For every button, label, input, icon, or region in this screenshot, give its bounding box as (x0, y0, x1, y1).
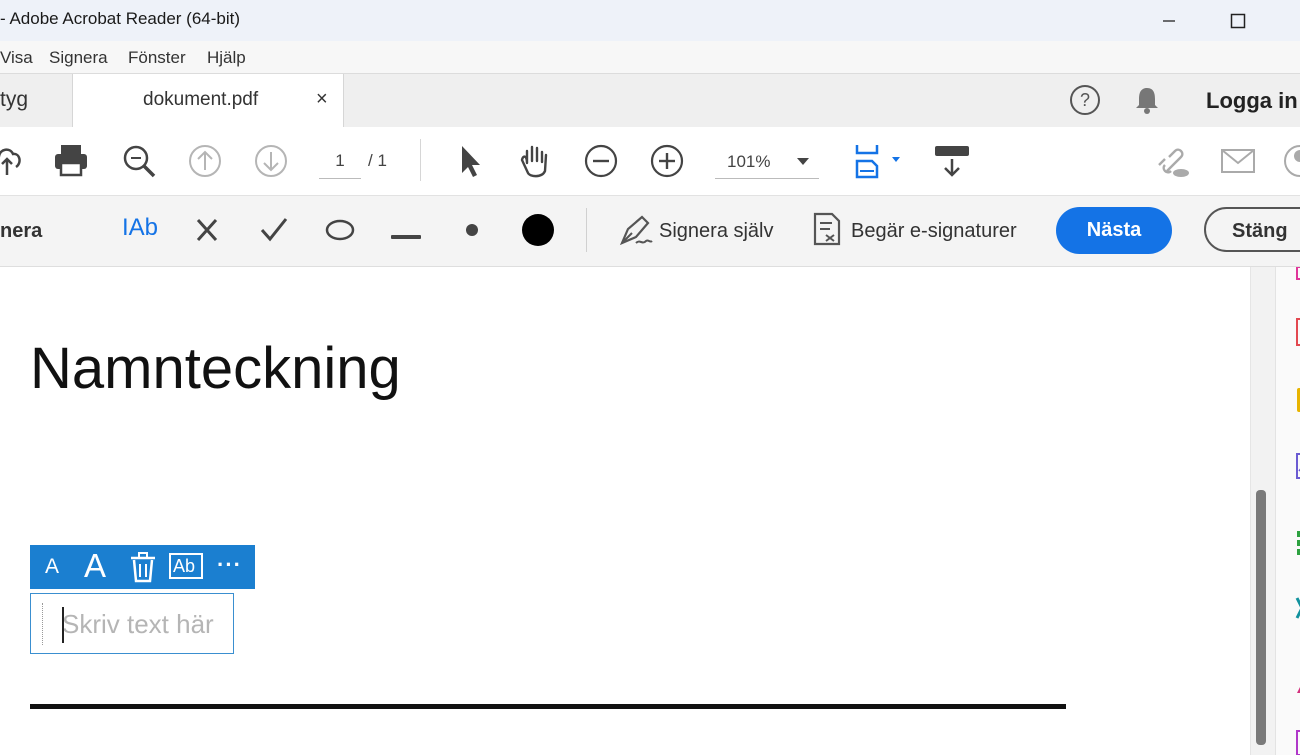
main-toolbar: 1 / 1 101% (0, 127, 1300, 196)
select-arrow-icon[interactable] (450, 141, 490, 181)
add-text-tool[interactable]: IAb (122, 214, 158, 242)
login-link[interactable]: Logga in (1206, 88, 1298, 114)
sign-section-label: nera (0, 220, 43, 242)
close-button[interactable]: Stäng (1204, 207, 1300, 252)
checkmark-tool[interactable] (259, 214, 289, 249)
menu-view[interactable]: Visa (0, 48, 33, 68)
page-up-icon[interactable] (185, 141, 225, 181)
tab-document[interactable]: dokument.pdf × (73, 74, 344, 128)
dot-tool[interactable] (464, 222, 480, 243)
menu-sign[interactable]: Signera (49, 48, 108, 68)
color-swatch-icon (522, 214, 554, 246)
maximize-button[interactable] (1215, 0, 1261, 41)
dot-icon (466, 224, 478, 236)
increase-font-button[interactable]: A (84, 547, 106, 585)
signature-line (30, 704, 1066, 709)
tab-document-label: dokument.pdf (143, 89, 259, 110)
window-title: - Adobe Acrobat Reader (64-bit) (0, 9, 241, 28)
scrollbar-thumb[interactable] (1256, 490, 1266, 745)
maximize-icon (1230, 13, 1246, 28)
tab-tools[interactable]: tyg (0, 74, 73, 127)
delete-button[interactable] (129, 551, 157, 588)
fountain-pen-icon (616, 211, 654, 254)
zoom-in-icon[interactable] (647, 141, 687, 181)
zoom-out-icon[interactable] (581, 141, 621, 181)
right-tools-panel (1275, 267, 1300, 755)
tool-green-icon[interactable] (1295, 530, 1300, 556)
zoom-search-icon[interactable] (119, 141, 159, 181)
notification-bell-icon[interactable] (1130, 83, 1164, 117)
decrease-font-button[interactable]: A (45, 555, 59, 579)
checkmark-icon (260, 218, 288, 242)
signbar-divider (586, 208, 587, 252)
request-esignatures-button[interactable]: Begär e-signaturer (851, 220, 1017, 243)
email-icon[interactable] (1218, 141, 1258, 181)
next-button[interactable]: Nästa (1056, 207, 1172, 254)
text-input-field[interactable]: Skriv text här (30, 593, 234, 654)
text-style-button[interactable]: Ab (169, 553, 203, 579)
document-page: Namnteckning A A Ab ··· Skriv text här (0, 267, 1250, 755)
tab-tools-label: tyg (0, 88, 29, 111)
tab-close-button[interactable]: × (316, 88, 328, 111)
text-style-label: Ab (173, 556, 196, 576)
help-icon[interactable]: ? (1067, 82, 1103, 118)
minimize-button[interactable] (1146, 0, 1192, 41)
menu-bar: Visa Signera Fönster Hjälp (0, 41, 1300, 73)
tool-pink-icon[interactable] (1295, 267, 1300, 283)
document-heading: Namnteckning (30, 336, 401, 401)
print-icon[interactable] (51, 141, 91, 181)
trash-icon (131, 552, 155, 583)
link-icon[interactable] (1151, 141, 1191, 181)
text-field-toolbar: A A Ab ··· (30, 545, 255, 589)
zoom-value: 101% (727, 152, 771, 171)
cross-mark-tool[interactable] (194, 214, 220, 249)
menu-window[interactable]: Fönster (128, 48, 186, 68)
tool-purple-icon[interactable] (1295, 453, 1300, 479)
tool-teal-icon[interactable] (1295, 595, 1300, 621)
chevron-down-icon (797, 158, 809, 165)
color-picker[interactable] (520, 212, 556, 253)
ellipse-icon (325, 219, 355, 241)
page-down-icon[interactable] (251, 141, 291, 181)
account-icon[interactable] (1280, 141, 1300, 181)
tool-magenta-icon[interactable] (1295, 677, 1300, 695)
hand-icon[interactable] (515, 141, 555, 181)
field-drag-handle[interactable] (42, 603, 44, 645)
upload-icon[interactable] (0, 141, 30, 181)
page-total: / 1 (368, 151, 387, 170)
toolbar-divider (420, 139, 421, 181)
tool-violet-icon[interactable] (1295, 729, 1300, 755)
sign-toolbar: nera IAb Signera själv Begär e-signature… (0, 196, 1300, 267)
sign-self-button[interactable]: Signera själv (659, 220, 774, 243)
zoom-select[interactable]: 101% (715, 146, 819, 179)
text-input-placeholder: Skriv text här (62, 609, 214, 639)
text-caret (62, 607, 64, 643)
more-options-button[interactable]: ··· (217, 552, 242, 578)
title-bar: - Adobe Acrobat Reader (64-bit) (0, 0, 1300, 41)
scroll-mode-icon[interactable] (932, 141, 972, 181)
minimize-icon (1163, 19, 1175, 22)
cross-icon (196, 218, 218, 242)
line-tool[interactable] (391, 227, 421, 245)
ellipse-tool[interactable] (324, 218, 356, 247)
svg-text:?: ? (1080, 90, 1090, 110)
tool-red-icon[interactable] (1295, 317, 1300, 347)
tool-yellow-icon[interactable] (1295, 388, 1300, 412)
line-icon (391, 235, 421, 239)
menu-help[interactable]: Hjälp (207, 48, 246, 68)
tab-bar: tyg dokument.pdf × ? Logga in (0, 73, 1300, 128)
request-signature-icon (812, 211, 842, 252)
page-number-input[interactable]: 1 (319, 146, 361, 179)
fit-page-icon[interactable] (852, 141, 908, 181)
